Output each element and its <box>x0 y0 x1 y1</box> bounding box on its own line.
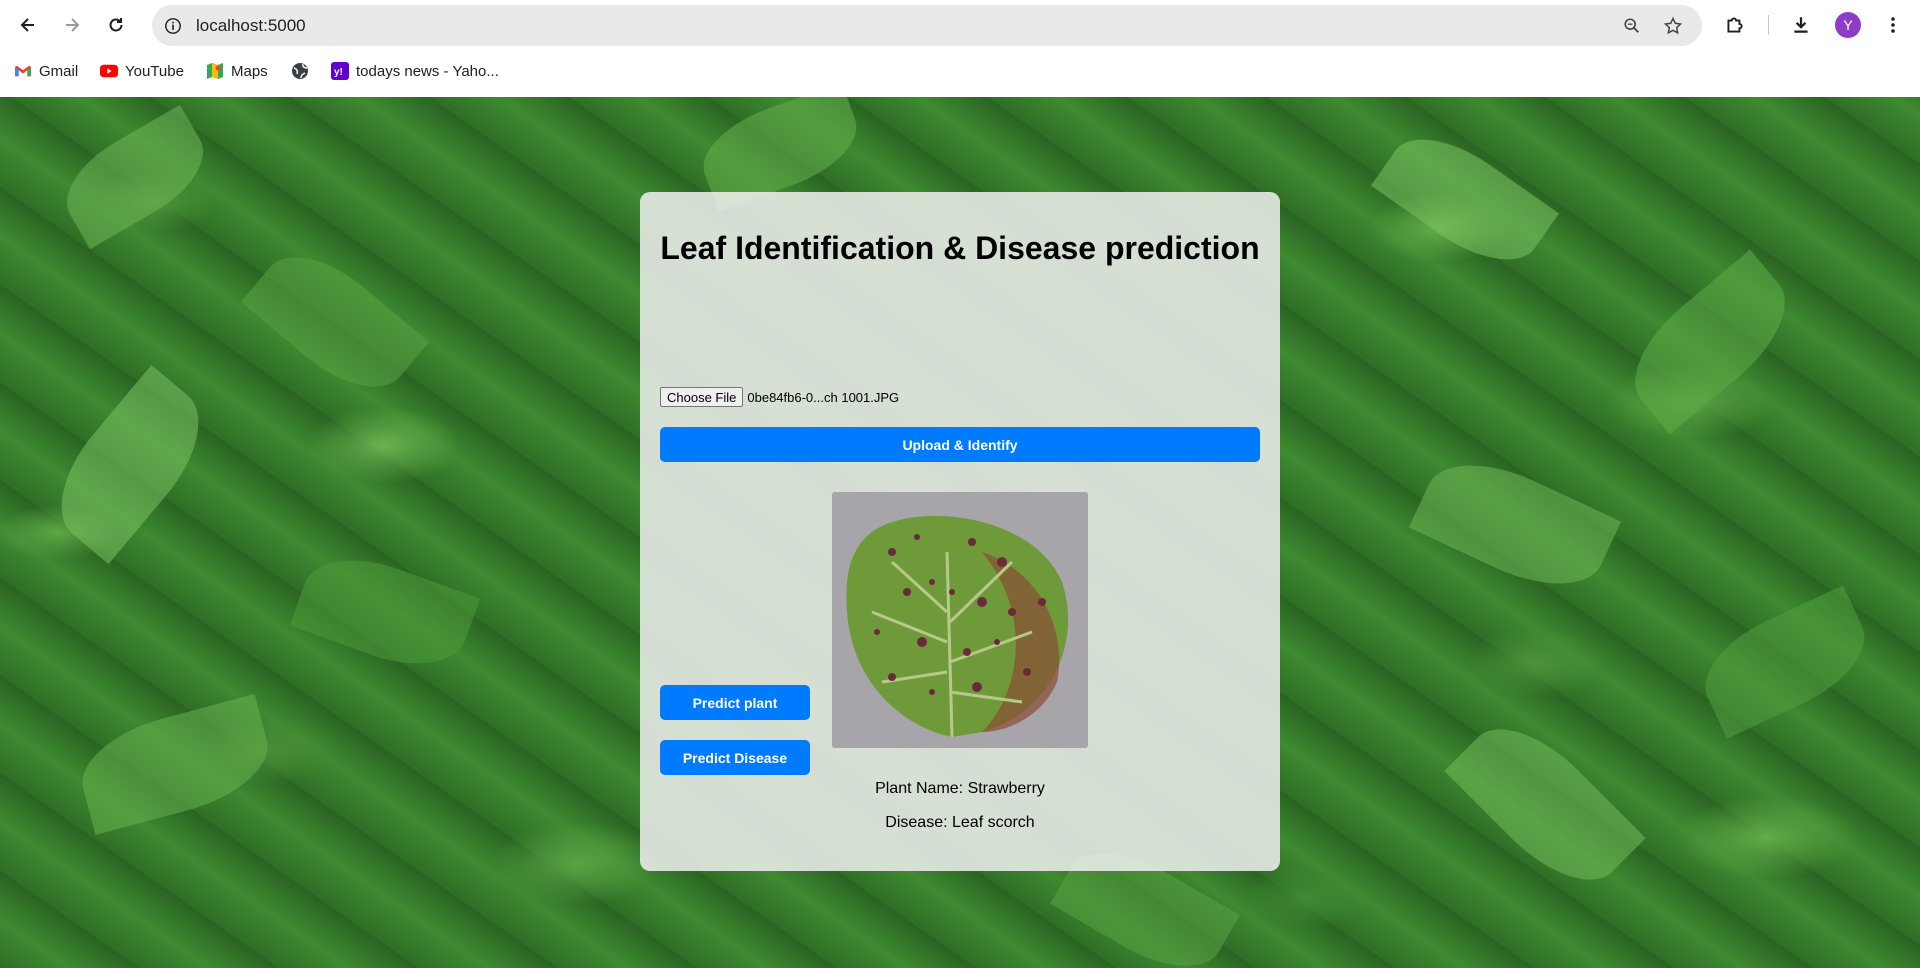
maps-icon <box>206 62 224 80</box>
more-vert-icon <box>1891 17 1895 33</box>
puzzle-icon <box>1727 17 1743 33</box>
uploaded-leaf-image <box>832 492 1088 748</box>
browser-toolbar: localhost:5000 Y <box>0 0 1920 50</box>
upload-identify-button[interactable]: Upload & Identify <box>660 427 1260 462</box>
file-input[interactable]: Choose File 0be84fb6-0...ch 1001.JPG <box>660 387 899 407</box>
predict-disease-button[interactable]: Predict Disease <box>660 740 810 775</box>
bookmark-label: Gmail <box>39 62 79 80</box>
arrow-right-icon <box>66 18 80 32</box>
arrow-left-icon <box>20 18 34 32</box>
background-leaf <box>289 540 481 684</box>
url-text[interactable]: localhost:5000 <box>196 16 306 36</box>
choose-file-button[interactable]: Choose File <box>660 387 744 407</box>
page-viewport: Leaf Identification & Disease prediction… <box>0 97 1920 968</box>
youtube-icon <box>100 62 118 80</box>
reload-button[interactable] <box>100 9 132 41</box>
background-leaf <box>1370 115 1560 284</box>
yahoo-icon: y! <box>331 62 349 80</box>
background-leaf <box>1444 703 1646 906</box>
forward-button[interactable] <box>56 9 88 41</box>
selected-file-name: 0be84fb6-0...ch 1001.JPG <box>747 389 900 405</box>
background-leaf <box>70 694 280 835</box>
background-leaf <box>1688 585 1882 739</box>
download-icon <box>1794 17 1808 33</box>
predict-plant-button[interactable]: Predict plant <box>660 685 810 720</box>
extensions-button[interactable] <box>1719 9 1751 41</box>
bookmark-label: YouTube <box>125 62 184 80</box>
bookmark-gmail[interactable]: Gmail <box>14 59 78 83</box>
background-leaf <box>240 232 430 412</box>
background-leaf <box>50 104 220 250</box>
gmail-icon <box>14 62 32 80</box>
globe-icon <box>291 62 309 80</box>
zoom-icon[interactable] <box>1619 13 1645 39</box>
toolbar-divider <box>1768 15 1769 35</box>
bookmark-youtube[interactable]: YouTube <box>100 59 184 83</box>
reload-icon <box>109 18 123 32</box>
bookmark-star-icon[interactable] <box>1660 13 1686 39</box>
svg-text:y!: y! <box>334 67 343 78</box>
background-leaf <box>1408 441 1622 608</box>
plant-name-result: Plant Name: Strawberry <box>875 780 1045 797</box>
background-leaf <box>35 365 225 564</box>
bookmark-globe[interactable] <box>291 59 316 83</box>
bookmarks-bar: Gmail YouTube Maps y! todays news - Yaho… <box>0 56 1920 86</box>
browser-menu-button[interactable] <box>1877 9 1909 41</box>
bookmark-label: todays news - Yaho... <box>356 62 499 80</box>
disease-result: Disease: Leaf scorch <box>885 814 1035 831</box>
bookmark-yahoo-news[interactable]: y! todays news - Yaho... <box>331 59 499 83</box>
site-info-icon[interactable] <box>160 13 186 39</box>
browser-chrome: localhost:5000 Y Gmail YouTube Maps y! t… <box>0 0 1920 97</box>
back-button[interactable] <box>12 9 44 41</box>
background-leaf <box>1612 249 1808 435</box>
profile-avatar[interactable]: Y <box>1835 12 1861 38</box>
bookmark-maps[interactable]: Maps <box>206 59 268 83</box>
bookmark-label: Maps <box>231 62 268 80</box>
leaf-identification-card: Leaf Identification & Disease prediction… <box>640 192 1280 871</box>
page-title: Leaf Identification & Disease prediction <box>660 230 1260 266</box>
address-bar[interactable]: localhost:5000 <box>152 5 1702 46</box>
downloads-button[interactable] <box>1785 9 1817 41</box>
